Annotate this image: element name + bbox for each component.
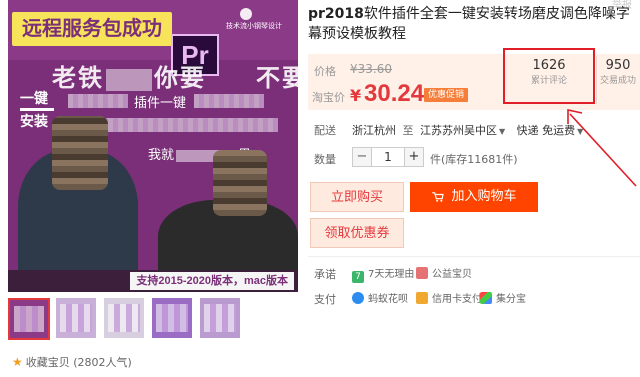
blurred-face <box>52 116 108 190</box>
payment-huabei[interactable]: 蚂蚁花呗 <box>352 290 408 305</box>
payment-jifenbao[interactable]: 集分宝 <box>480 290 526 305</box>
thumbnail[interactable] <box>8 298 50 340</box>
product-title: pr2018软件插件全套一键安装转场磨皮调色降噪字幕预设模板教程 <box>308 6 630 42</box>
shop-logo: 技术流小钢琴设计 <box>222 8 290 30</box>
annotation-arrow <box>567 109 637 187</box>
hero-banner: 远程服务包成功 <box>12 12 172 46</box>
promo-badge[interactable]: 优惠促销 <box>424 88 469 102</box>
star-icon: ★ <box>12 355 23 369</box>
thumbnail[interactable] <box>200 298 240 338</box>
promise-7day[interactable]: 7 7天无理由 <box>352 265 414 283</box>
thumbnail[interactable] <box>104 298 144 338</box>
price-label: 价格 <box>314 65 336 78</box>
logo-icon <box>240 8 252 20</box>
shipping-row: 配送 <box>314 124 336 137</box>
shipping-route: 浙江杭州 至 江苏苏州吴中区 ▼ 快递 免运费 ▼ <box>352 124 584 137</box>
thumbnail-strip <box>8 298 308 342</box>
quantity-label: 数量 <box>314 153 336 166</box>
annotation-highlight-box <box>503 48 595 104</box>
divider <box>308 256 640 257</box>
jifenbao-icon <box>480 292 492 304</box>
original-price: ¥33.60 <box>350 62 392 76</box>
chevron-down-icon: ▼ <box>577 127 584 136</box>
quantity-stepper: − 1 + <box>352 147 424 167</box>
cart-icon <box>432 191 445 202</box>
hero-side-text: 一键 安装 <box>20 90 54 129</box>
currency-symbol: ¥ <box>350 86 362 105</box>
shipping-method[interactable]: 快递 免运费 <box>517 124 576 137</box>
credit-card-icon <box>416 292 428 304</box>
favorite-link[interactable]: ★ 收藏宝贝 (2802人气) <box>12 354 132 370</box>
quantity-input[interactable]: 1 <box>372 148 404 166</box>
product-main-image: 远程服务包成功 技术流小钢琴设计 Pr 老铁你要不要? 一键 安装 插件一键 我… <box>8 0 298 292</box>
hero-line-2: 插件一键 <box>134 95 187 110</box>
current-price: 30.24 <box>364 80 425 107</box>
thumbnail[interactable] <box>152 298 192 338</box>
blurred-face <box>213 150 267 216</box>
sales-count: 950 交易成功 <box>599 58 636 86</box>
stock-text: 件(库存11681件) <box>430 153 518 166</box>
heart-icon <box>416 267 428 279</box>
huabei-icon <box>352 292 364 304</box>
payment-credit-card[interactable]: 信用卡支付 <box>416 290 482 305</box>
get-coupon-button[interactable]: 领取优惠券 <box>310 218 404 248</box>
seven-day-icon: 7 <box>352 271 364 283</box>
hero-headline: 老铁你要不要? <box>52 65 298 92</box>
thumbnail[interactable] <box>56 298 96 338</box>
promise-charity[interactable]: 公益宝贝 <box>416 265 472 280</box>
shipping-destination[interactable]: 江苏苏州吴中区 <box>420 124 497 137</box>
payment-label: 支付 <box>314 293 336 306</box>
buy-now-button[interactable]: 立即购买 <box>310 182 404 212</box>
increase-button[interactable]: + <box>404 148 423 166</box>
promise-label: 承诺 <box>314 268 336 281</box>
hero-support-label: 支持2015-2020版本，mac版本 <box>130 272 294 290</box>
chevron-down-icon: ▼ <box>499 127 506 136</box>
decrease-button[interactable]: − <box>353 148 372 166</box>
add-to-cart-button[interactable]: 加入购物车 <box>410 182 538 212</box>
stat-divider <box>596 56 597 104</box>
taobao-price-label: 淘宝价 <box>312 91 345 104</box>
